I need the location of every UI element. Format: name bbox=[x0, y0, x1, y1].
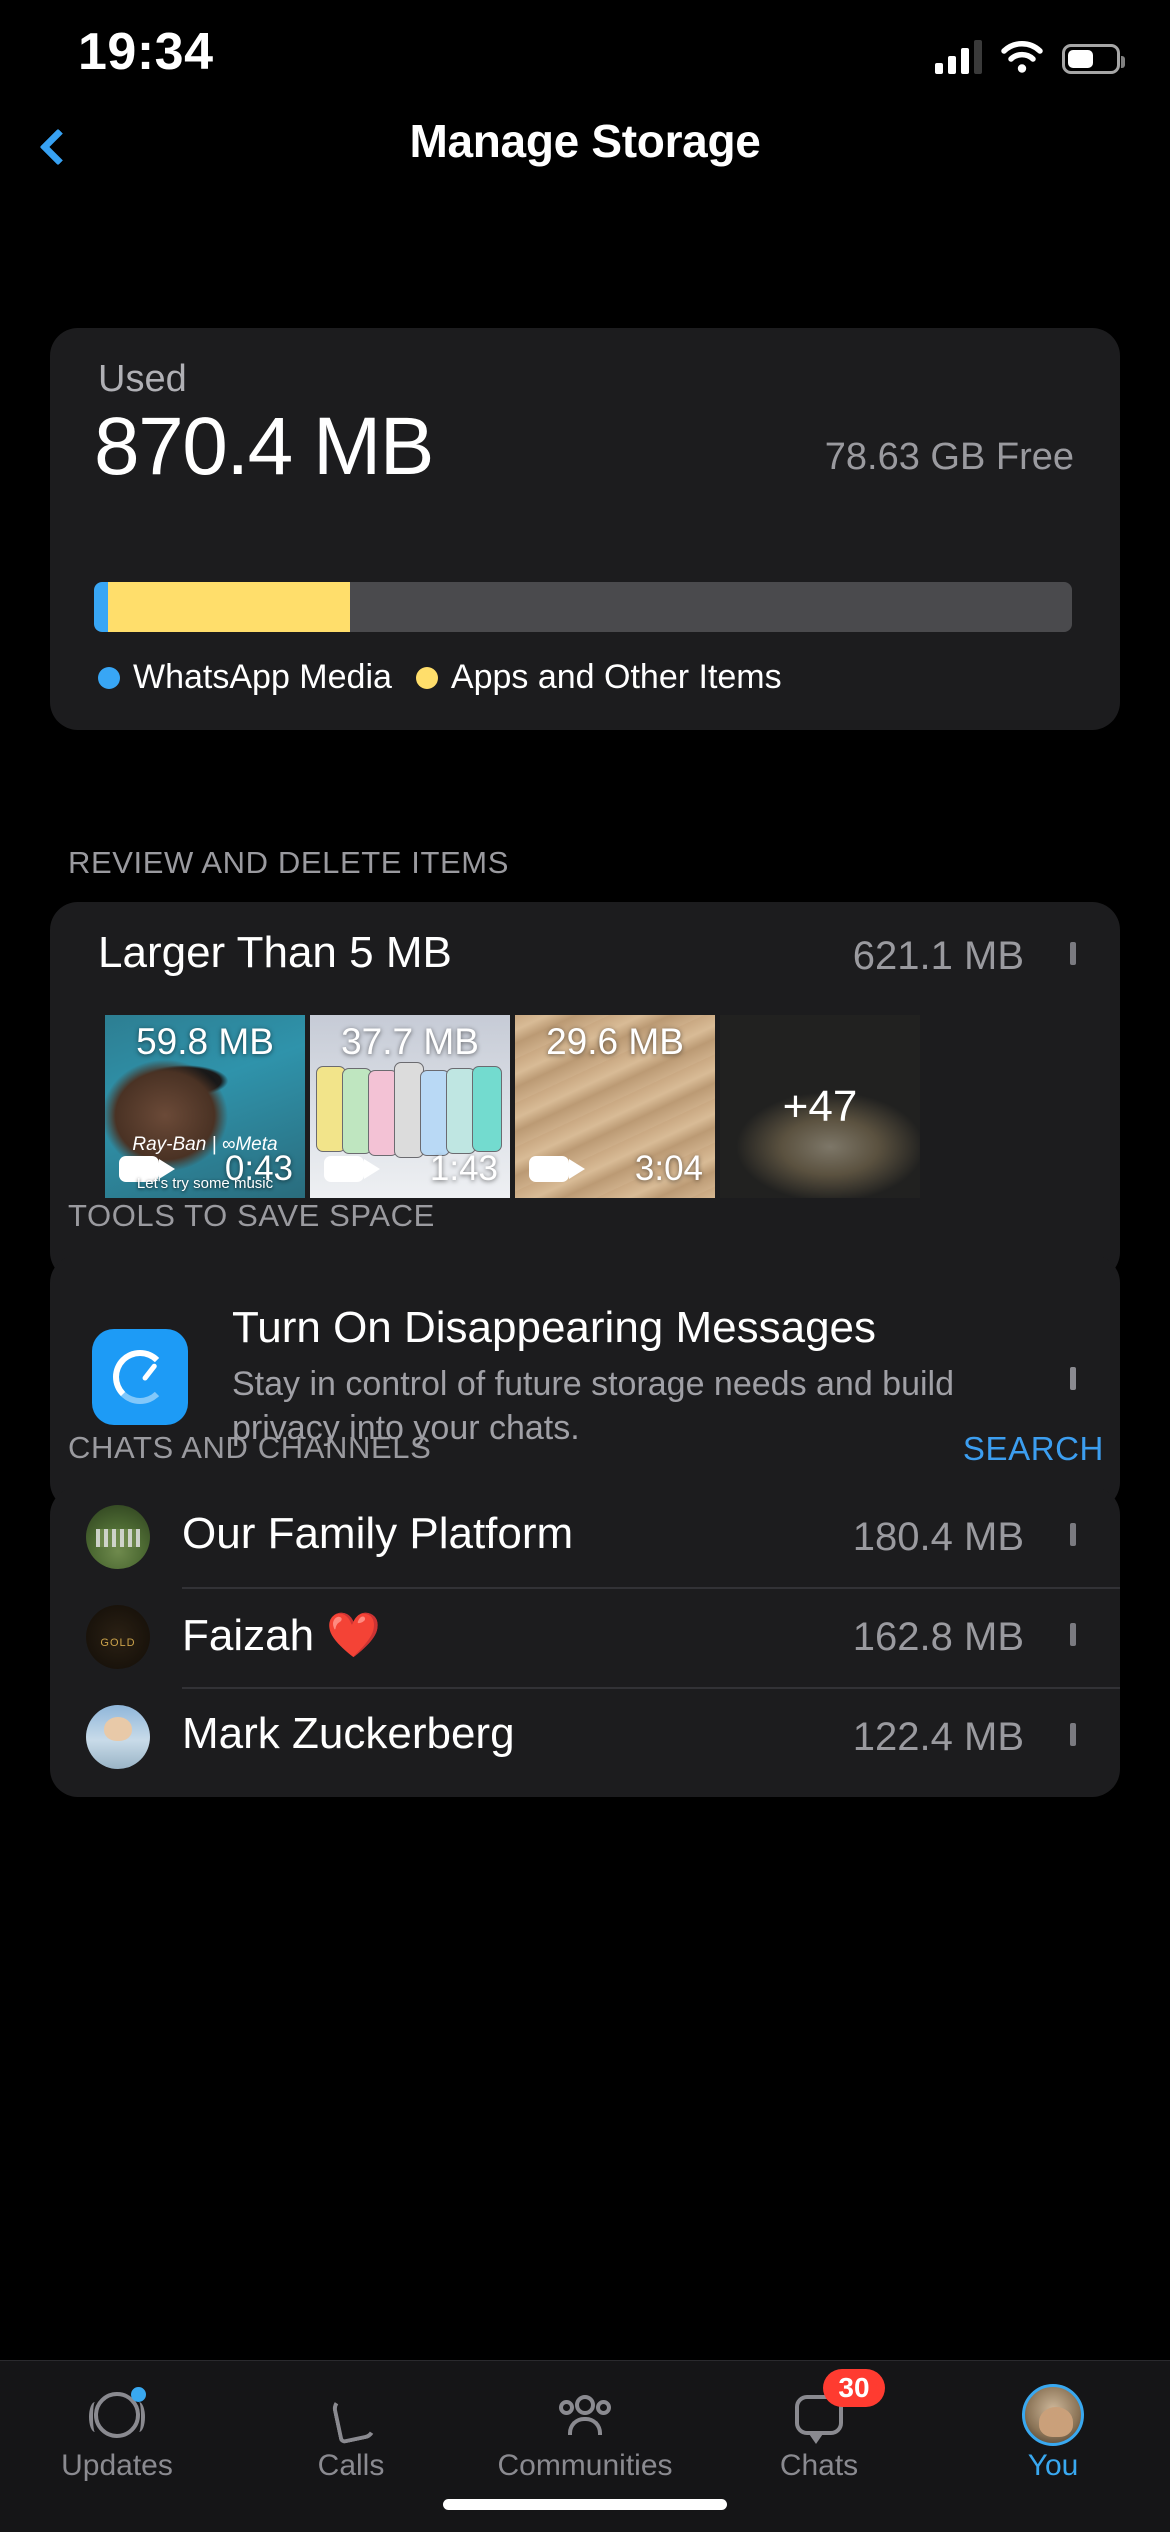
chat-row[interactable]: Mark Zuckerberg 122.4 MB bbox=[50, 1687, 1120, 1787]
used-label: Used bbox=[98, 358, 187, 400]
chat-size: 162.8 MB bbox=[852, 1615, 1024, 1659]
tab-label: Communities bbox=[497, 2449, 673, 2482]
bar-segment-apps-other bbox=[107, 582, 351, 632]
storage-legend: WhatsApp Media Apps and Other Items bbox=[98, 658, 782, 697]
disappearing-messages-timer-icon bbox=[92, 1329, 188, 1425]
tab-label: Calls bbox=[317, 2449, 385, 2482]
video-camera-icon bbox=[529, 1156, 585, 1182]
section-header-review: REVIEW AND DELETE ITEMS bbox=[68, 845, 509, 880]
tab-label: Chats bbox=[779, 2449, 859, 2482]
tab-chats[interactable]: 30 Chats bbox=[702, 2361, 936, 2532]
chat-name: Faizah ❤️ bbox=[182, 1611, 382, 1660]
more-items-count: +47 bbox=[720, 1015, 920, 1198]
tab-label: Updates bbox=[61, 2449, 173, 2482]
chevron-right-icon bbox=[1070, 1623, 1076, 1647]
avatar bbox=[86, 1505, 150, 1569]
status-rings-icon bbox=[86, 2387, 148, 2443]
unread-dot-icon bbox=[131, 2387, 146, 2402]
tab-updates[interactable]: Updates bbox=[0, 2361, 234, 2532]
avatar bbox=[86, 1705, 150, 1769]
manage-storage-screen: 19:34 Manage Storage Used 870.4 MB 78.63… bbox=[0, 0, 1170, 2532]
bar-segment-whatsapp-media bbox=[94, 582, 108, 632]
media-thumbnail[interactable]: 37.7 MB 1:43 bbox=[310, 1015, 510, 1198]
chevron-right-icon bbox=[1070, 1723, 1076, 1747]
status-bar-time: 19:34 bbox=[78, 23, 214, 81]
section-header-tools: TOOLS TO SAVE SPACE bbox=[68, 1198, 435, 1233]
media-thumbnail-more[interactable]: +47 bbox=[720, 1015, 920, 1198]
chat-name: Mark Zuckerberg bbox=[182, 1709, 515, 1758]
thumbnail-duration: 1:43 bbox=[429, 1149, 498, 1188]
chat-row[interactable]: Our Family Platform 180.4 MB bbox=[50, 1487, 1120, 1587]
video-camera-icon bbox=[324, 1156, 380, 1182]
tab-label: You bbox=[1027, 2449, 1079, 2482]
legend-label: Apps and Other Items bbox=[450, 658, 782, 696]
legend-item-apps-other: Apps and Other Items bbox=[415, 658, 782, 697]
media-thumbnail-strip: Ray-Ban | ∞Meta 59.8 MB 0:43 Let's try s… bbox=[105, 1015, 920, 1198]
home-indicator bbox=[443, 2499, 727, 2510]
legend-label: WhatsApp Media bbox=[133, 658, 392, 696]
legend-item-whatsapp-media: WhatsApp Media bbox=[98, 658, 392, 697]
thumbnail-size: 59.8 MB bbox=[136, 1021, 274, 1062]
thumbnail-duration: 3:04 bbox=[634, 1149, 703, 1188]
tab-you[interactable]: You bbox=[936, 2361, 1170, 2532]
chat-name: Our Family Platform bbox=[182, 1509, 574, 1558]
chat-size: 180.4 MB bbox=[852, 1515, 1024, 1559]
legend-dot-icon bbox=[98, 666, 120, 689]
cellular-bars-icon bbox=[935, 40, 982, 74]
media-thumbnail[interactable]: Ray-Ban | ∞Meta 59.8 MB 0:43 Let's try s… bbox=[105, 1015, 305, 1198]
tab-calls[interactable]: Calls bbox=[234, 2361, 468, 2532]
wifi-icon bbox=[1000, 40, 1044, 74]
chats-and-channels-card: Our Family Platform 180.4 MB Faizah ❤️ 1… bbox=[50, 1487, 1120, 1797]
section-header-chats: CHATS AND CHANNELS bbox=[68, 1430, 432, 1465]
search-button[interactable]: SEARCH bbox=[963, 1430, 1104, 1468]
chevron-right-icon bbox=[1070, 1367, 1076, 1391]
free-space-value: 78.63 GB Free bbox=[824, 436, 1074, 478]
page-title: Manage Storage bbox=[409, 115, 761, 167]
thumbnail-caption: Let's try some music bbox=[136, 1175, 274, 1192]
thumbnail-size: 37.7 MB bbox=[341, 1021, 479, 1062]
communities-icon bbox=[554, 2387, 616, 2443]
phone-icon bbox=[320, 2387, 382, 2443]
disappearing-messages-title: Turn On Disappearing Messages bbox=[232, 1303, 877, 1352]
chevron-right-icon bbox=[1070, 1523, 1076, 1547]
larger-than-5mb-size: 621.1 MB bbox=[852, 934, 1024, 978]
legend-dot-icon bbox=[415, 666, 438, 689]
chat-row[interactable]: Faizah ❤️ 162.8 MB bbox=[50, 1587, 1120, 1687]
thumbnail-size: 29.6 MB bbox=[546, 1021, 684, 1062]
storage-summary-card: Used 870.4 MB 78.63 GB Free WhatsApp Med… bbox=[50, 328, 1120, 730]
navigation-bar: Manage Storage bbox=[0, 100, 1170, 190]
status-bar: 19:34 bbox=[0, 0, 1170, 100]
chat-size: 122.4 MB bbox=[852, 1715, 1024, 1759]
disappearing-messages-card[interactable]: Turn On Disappearing Messages Stay in co… bbox=[50, 1255, 1120, 1510]
media-thumbnail[interactable]: 29.6 MB 3:04 bbox=[515, 1015, 715, 1198]
chats-unread-badge: 30 bbox=[823, 2369, 885, 2407]
avatar bbox=[86, 1605, 150, 1669]
chevron-right-icon bbox=[1070, 942, 1076, 966]
profile-avatar-icon bbox=[1022, 2384, 1084, 2446]
used-value: 870.4 MB bbox=[94, 401, 434, 492]
storage-usage-bar bbox=[94, 582, 1072, 632]
battery-icon bbox=[1062, 44, 1125, 74]
status-bar-indicators bbox=[935, 30, 1125, 74]
larger-than-5mb-title: Larger Than 5 MB bbox=[98, 928, 452, 977]
larger-than-5mb-row[interactable]: Larger Than 5 MB 621.1 MB bbox=[50, 902, 1120, 1014]
